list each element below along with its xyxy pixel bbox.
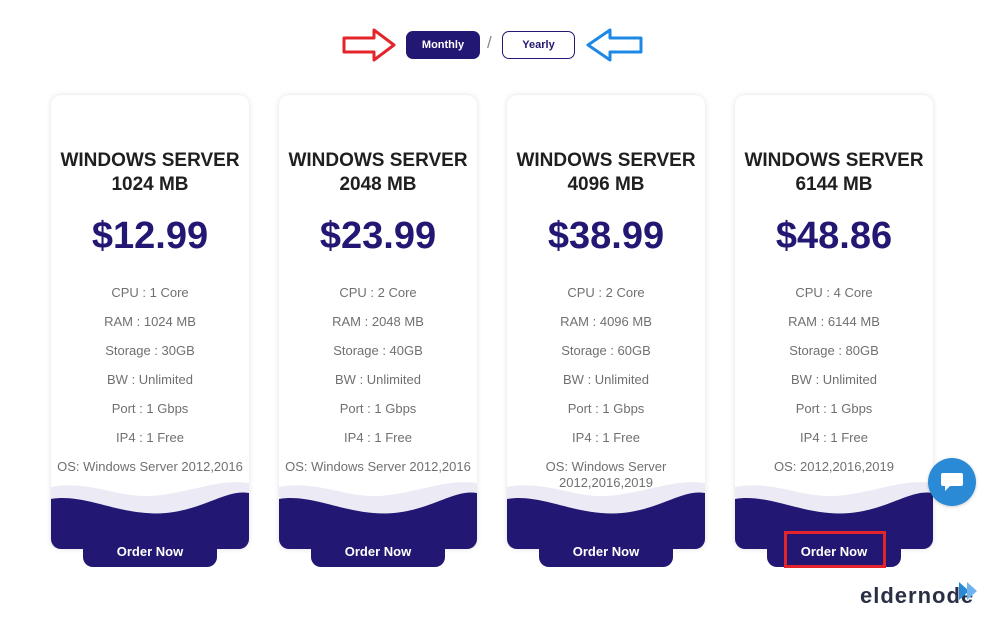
plan-card: WINDOWS SERVER 4096 MB $38.99 CPU : 2 Cor… — [507, 95, 705, 549]
feature-ram: RAM : 6144 MB — [788, 314, 880, 329]
arrow-right-icon — [342, 28, 396, 62]
chat-button[interactable] — [928, 458, 976, 506]
feature-storage: Storage : 80GB — [789, 343, 879, 358]
feature-list: CPU : 4 Core RAM : 6144 MB Storage : 80G… — [735, 285, 933, 488]
feature-cpu: CPU : 2 Core — [567, 285, 645, 300]
logo-mark-icon — [959, 582, 977, 600]
plan-title: WINDOWS SERVER 4096 MB — [516, 150, 696, 195]
billing-toggle: Monthly / Yearly — [0, 0, 988, 80]
feature-port: Port : 1 Gbps — [339, 401, 417, 416]
feature-storage: Storage : 60GB — [561, 343, 651, 358]
arrow-left-icon — [586, 28, 643, 62]
feature-cpu: CPU : 2 Core — [339, 285, 417, 300]
feature-list: CPU : 2 Core RAM : 2048 MB Storage : 40G… — [279, 285, 477, 488]
feature-bandwidth: BW : Unlimited — [563, 372, 649, 387]
order-now-button[interactable]: Order Now — [767, 535, 901, 567]
order-now-button[interactable]: Order Now — [83, 535, 217, 567]
feature-ip4: IP4 : 1 Free — [344, 430, 412, 445]
feature-ram: RAM : 4096 MB — [560, 314, 652, 329]
feature-os: OS: Windows Server 2012,2016 — [285, 459, 471, 474]
yearly-toggle-button[interactable]: Yearly — [502, 31, 575, 59]
feature-ram: RAM : 2048 MB — [332, 314, 424, 329]
feature-list: CPU : 2 Core RAM : 4096 MB Storage : 60G… — [507, 285, 705, 490]
feature-cpu: CPU : 4 Core — [795, 285, 873, 300]
feature-os: OS: Windows Server 2012,2016,2019 — [545, 459, 667, 490]
feature-ip4: IP4 : 1 Free — [572, 430, 640, 445]
feature-ip4: IP4 : 1 Free — [800, 430, 868, 445]
toggle-separator: / — [487, 33, 492, 52]
feature-storage: Storage : 40GB — [333, 343, 423, 358]
feature-bandwidth: BW : Unlimited — [791, 372, 877, 387]
plan-card: WINDOWS SERVER 1024 MB $12.99 CPU : 1 Cor… — [51, 95, 249, 549]
plan-price: $48.86 — [775, 215, 893, 257]
plan-title: WINDOWS SERVER 1024 MB — [60, 150, 240, 195]
order-now-button[interactable]: Order Now — [311, 535, 445, 567]
feature-cpu: CPU : 1 Core — [111, 285, 189, 300]
feature-storage: Storage : 30GB — [105, 343, 195, 358]
plan-title: WINDOWS SERVER 6144 MB — [744, 150, 924, 195]
plan-price: $12.99 — [91, 215, 209, 257]
feature-port: Port : 1 Gbps — [795, 401, 873, 416]
chat-icon — [941, 473, 963, 491]
feature-port: Port : 1 Gbps — [567, 401, 645, 416]
order-now-button[interactable]: Order Now — [539, 535, 673, 567]
feature-ip4: IP4 : 1 Free — [116, 430, 184, 445]
plan-card: WINDOWS SERVER 2048 MB $23.99 CPU : 2 Cor… — [279, 95, 477, 549]
feature-bandwidth: BW : Unlimited — [107, 372, 193, 387]
plan-title: WINDOWS SERVER 2048 MB — [288, 150, 468, 195]
feature-os: OS: Windows Server 2012,2016 — [57, 459, 243, 474]
feature-bandwidth: BW : Unlimited — [335, 372, 421, 387]
feature-os: OS: 2012,2016,2019 — [774, 459, 894, 474]
plan-price: $38.99 — [547, 215, 665, 257]
monthly-toggle-button[interactable]: Monthly — [406, 31, 480, 59]
feature-port: Port : 1 Gbps — [111, 401, 189, 416]
plan-card: WINDOWS SERVER 6144 MB $48.86 CPU : 4 Cor… — [735, 95, 933, 549]
feature-ram: RAM : 1024 MB — [104, 314, 196, 329]
plan-price: $23.99 — [319, 215, 437, 257]
feature-list: CPU : 1 Core RAM : 1024 MB Storage : 30G… — [51, 285, 249, 488]
